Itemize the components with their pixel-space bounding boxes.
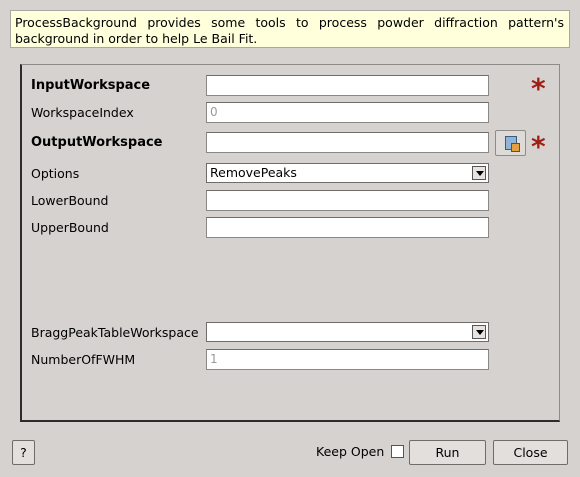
bragg-peak-table-dropdown[interactable] — [206, 322, 489, 342]
workspace-index-field[interactable]: 0 — [206, 102, 489, 123]
options-dropdown[interactable]: RemovePeaks — [206, 163, 489, 183]
keep-open-checkbox[interactable] — [391, 445, 404, 458]
output-workspace-label: OutputWorkspace — [31, 135, 163, 150]
input-workspace-field[interactable] — [206, 75, 489, 96]
lower-bound-field[interactable] — [206, 190, 489, 211]
workspace-index-label: WorkspaceIndex — [31, 105, 134, 120]
close-button[interactable]: Close — [493, 440, 568, 465]
number-of-fwhm-field[interactable]: 1 — [206, 349, 489, 370]
upper-bound-label: UpperBound — [31, 220, 109, 235]
help-button[interactable]: ? — [12, 440, 35, 465]
bragg-peak-table-label: BraggPeakTableWorkspace — [31, 325, 199, 340]
workspace-browse-icon — [505, 136, 520, 152]
lower-bound-label: LowerBound — [31, 193, 109, 208]
required-asterisk-icon: * — [531, 130, 546, 163]
keep-open-label: Keep Open — [316, 444, 385, 459]
chevron-down-icon[interactable] — [472, 325, 486, 339]
required-asterisk-icon: * — [531, 72, 546, 105]
run-button[interactable]: Run — [409, 440, 486, 465]
chevron-down-icon[interactable] — [472, 166, 486, 180]
input-workspace-label: InputWorkspace — [31, 78, 151, 93]
algorithm-description: ProcessBackground provides some tools to… — [10, 10, 570, 48]
upper-bound-field[interactable] — [206, 217, 489, 238]
workspace-browse-button[interactable] — [495, 130, 526, 156]
options-label: Options — [31, 166, 80, 181]
number-of-fwhm-label: NumberOfFWHM — [31, 352, 136, 367]
output-workspace-field[interactable] — [206, 132, 489, 153]
options-selected-value: RemovePeaks — [210, 165, 297, 180]
